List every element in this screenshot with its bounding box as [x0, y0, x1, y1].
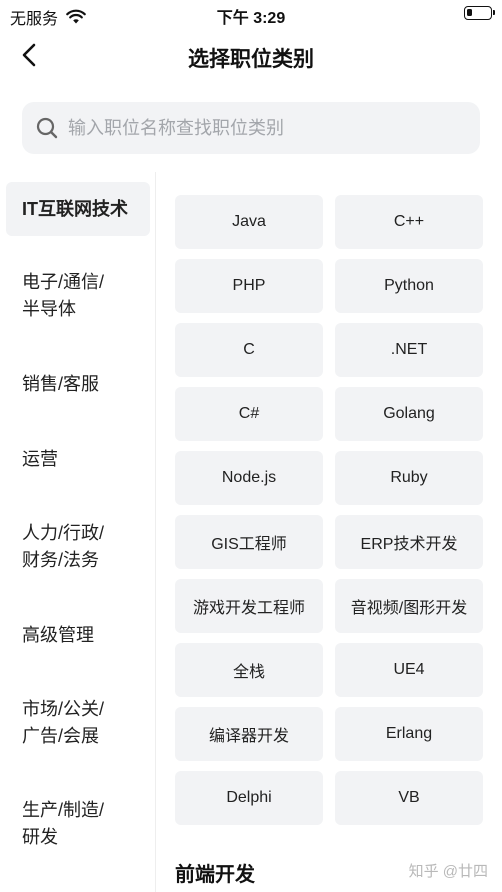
sidebar-item-label: 高级管理	[22, 625, 94, 645]
category-chip[interactable]: C	[175, 323, 323, 377]
search-bar[interactable]	[22, 102, 480, 154]
sidebar-item-electronics[interactable]: 电子/通信/ 半导体	[22, 269, 142, 323]
sidebar-item-hr[interactable]: 人力/行政/ 财务/法务	[22, 520, 142, 574]
section-title-frontend: 前端开发	[175, 864, 255, 886]
category-chip[interactable]: 全栈	[175, 643, 323, 697]
watermark: 知乎 @廿四	[408, 863, 488, 880]
sidebar-item-management[interactable]: 高级管理	[22, 622, 142, 649]
category-chip[interactable]: Erlang	[335, 707, 483, 761]
category-chip[interactable]: ERP技术开发	[335, 515, 483, 569]
nav-header: 选择职位类别	[0, 30, 502, 82]
category-chip[interactable]: UE4	[335, 643, 483, 697]
sidebar-item-label: 销售/客服	[22, 374, 100, 394]
sidebar-item-label: 市场/公关/ 广告/会展	[22, 699, 105, 746]
sidebar-item-label: 运营	[22, 449, 58, 469]
category-grid: Java C++ PHP Python C .NET C# Golang Nod…	[175, 195, 485, 825]
page-title: 选择职位类别	[188, 48, 314, 71]
battery-level	[467, 9, 472, 16]
search-input[interactable]	[68, 117, 448, 139]
sidebar-item-label: 生产/制造/ 研发	[22, 800, 105, 847]
category-chip[interactable]: Node.js	[175, 451, 323, 505]
sidebar-item-operations[interactable]: 运营	[22, 446, 142, 473]
status-time: 下午 3:29	[216, 10, 286, 27]
status-bar: 无服务 下午 3:29	[0, 0, 502, 30]
sidebar-item-it[interactable]: IT互联网技术	[6, 182, 150, 236]
sidebar-item-marketing[interactable]: 市场/公关/ 广告/会展	[22, 696, 142, 750]
sidebar-item-sales[interactable]: 销售/客服	[22, 371, 142, 398]
category-chip[interactable]: Golang	[335, 387, 483, 441]
sidebar-item-production[interactable]: 生产/制造/ 研发	[22, 797, 142, 851]
category-chip[interactable]: PHP	[175, 259, 323, 313]
category-chip[interactable]: Delphi	[175, 771, 323, 825]
sidebar-item-label: 电子/通信/ 半导体	[22, 272, 105, 319]
category-chip[interactable]: VB	[335, 771, 483, 825]
category-sidebar: IT互联网技术 电子/通信/ 半导体 销售/客服 运营 人力/行政/ 财务/法务…	[0, 172, 156, 892]
sidebar-item-label: 人力/行政/ 财务/法务	[22, 523, 105, 570]
category-chip[interactable]: .NET	[335, 323, 483, 377]
search-icon	[36, 117, 58, 139]
category-chip[interactable]: C++	[335, 195, 483, 249]
category-chip[interactable]: 编译器开发	[175, 707, 323, 761]
category-chip[interactable]: Python	[335, 259, 483, 313]
category-chip[interactable]: GIS工程师	[175, 515, 323, 569]
category-chip[interactable]: 音视频/图形开发	[335, 579, 483, 633]
category-chip[interactable]: C#	[175, 387, 323, 441]
category-chip[interactable]: Ruby	[335, 451, 483, 505]
sidebar-item-label: IT互联网技术	[22, 198, 128, 219]
battery-icon	[464, 6, 495, 20]
category-chip[interactable]: 游戏开发工程师	[175, 579, 323, 633]
category-chip[interactable]: Java	[175, 195, 323, 249]
